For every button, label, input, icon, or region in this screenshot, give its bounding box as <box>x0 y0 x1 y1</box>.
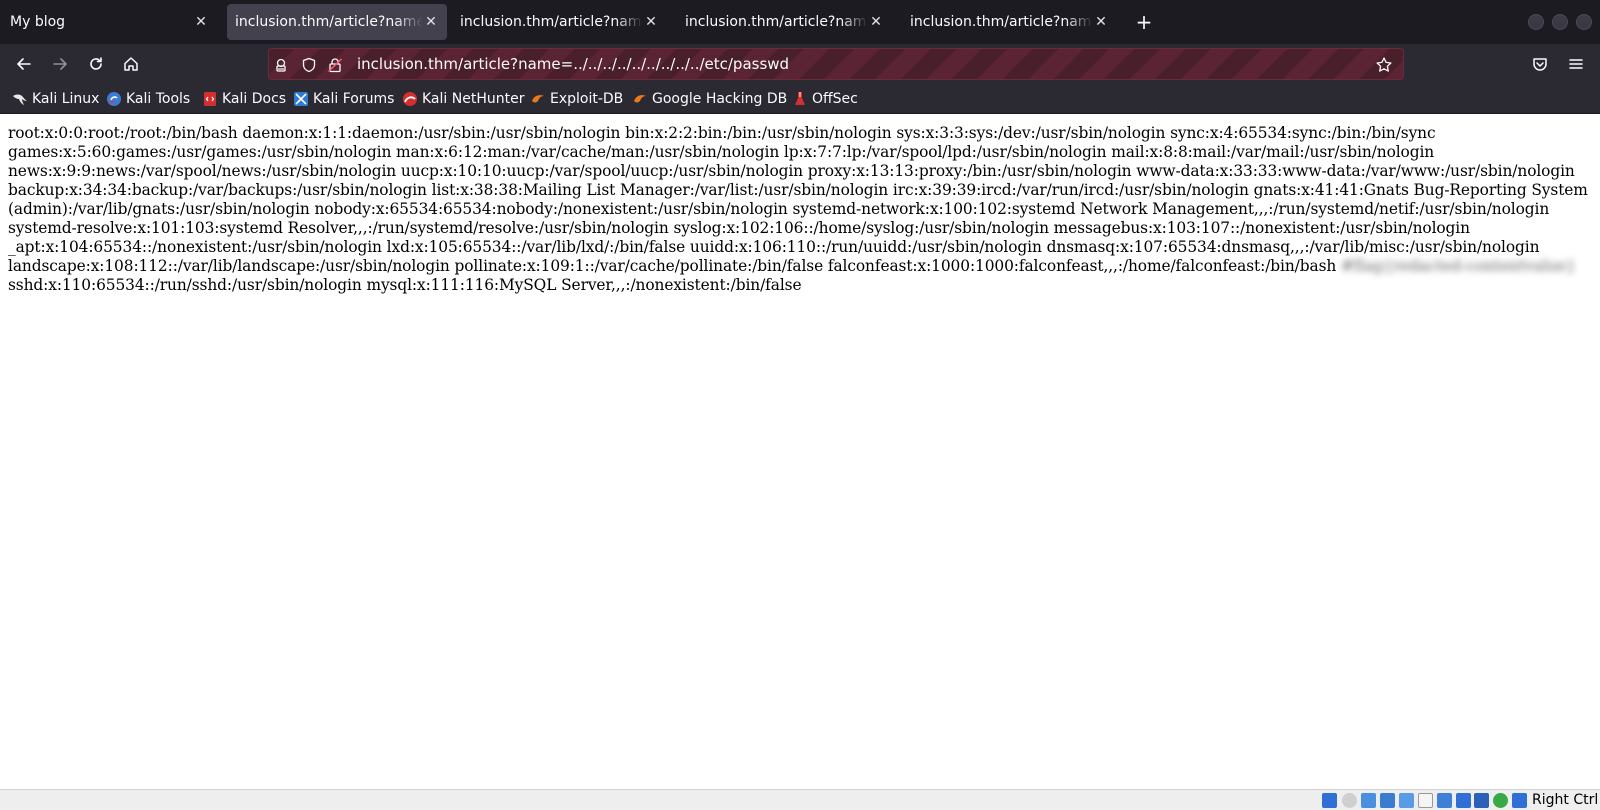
back-button[interactable] <box>12 52 36 76</box>
forward-button[interactable] <box>48 52 72 76</box>
download-arrow-icon[interactable] <box>1512 793 1527 808</box>
vm-status-bar: Right Ctrl <box>0 789 1600 810</box>
menu-button[interactable] <box>1564 52 1588 76</box>
bookmark-label: OffSec <box>812 91 858 107</box>
close-window-button[interactable] <box>1576 14 1592 30</box>
bookmark-label: Exploit-DB <box>550 91 624 107</box>
bookmark-offsec[interactable]: OffSec <box>792 89 858 109</box>
tab-title: inclusion.thm/article?name=lfia <box>685 14 868 30</box>
tab-inclusion-2[interactable]: inclusion.thm/article?name=lfia ✕ <box>452 4 667 40</box>
tab-title: My blog <box>10 14 66 30</box>
minimize-button[interactable] <box>1528 14 1544 30</box>
usb-icon[interactable] <box>1399 793 1414 808</box>
cpu-icon[interactable] <box>1474 793 1489 808</box>
close-tab-icon[interactable]: ✕ <box>423 14 439 30</box>
bookmark-label: Kali NetHunter <box>422 91 525 107</box>
bookmark-label: Kali Linux <box>32 91 100 107</box>
kali-tools-icon <box>106 91 122 107</box>
close-tab-icon[interactable]: ✕ <box>868 14 884 30</box>
hamburger-menu-icon <box>1569 59 1583 69</box>
new-tab-button[interactable]: + <box>1134 10 1154 34</box>
video-capture-icon[interactable] <box>1456 793 1471 808</box>
ghdb-icon <box>632 91 648 107</box>
tab-title: inclusion.thm/article?name=lfia <box>460 14 643 30</box>
bookmark-kali-docs[interactable]: Kali Docs <box>202 89 286 109</box>
close-tab-icon[interactable]: ✕ <box>1093 14 1109 30</box>
offsec-icon <box>792 91 808 107</box>
reload-button[interactable] <box>84 52 108 76</box>
redacted-text: #flag{redacted-contentvalue} <box>1341 257 1576 275</box>
bookmarks-toolbar: Kali Linux Kali Tools Kali Docs Kali For… <box>0 84 1600 114</box>
shield-icon[interactable] <box>300 56 318 74</box>
arrow-right-icon <box>53 58 67 70</box>
bookmark-google-hacking-db[interactable]: Google Hacking DB <box>632 89 787 109</box>
kali-docs-icon <box>202 91 218 107</box>
bookmark-star-icon[interactable] <box>1375 56 1393 74</box>
arrow-left-icon <box>17 58 31 70</box>
display-icon[interactable] <box>1437 793 1452 808</box>
tab-title: inclusion.thm/article?name=creds <box>910 14 1093 30</box>
bookmark-kali-linux[interactable]: Kali Linux <box>12 89 99 109</box>
bookmark-label: Kali Docs <box>222 91 287 107</box>
page-content: root:x:0:0:root:/root:/bin/bash daemon:x… <box>0 115 1600 789</box>
tab-title: inclusion.thm/article?name=../.. <box>235 14 423 30</box>
tab-my-blog[interactable]: My blog ✕ <box>2 0 217 44</box>
close-tab-icon[interactable]: ✕ <box>193 14 209 30</box>
mouse-integration-icon[interactable] <box>1493 793 1508 808</box>
hard-disk-icon[interactable] <box>1322 793 1337 808</box>
optical-drive-icon[interactable] <box>1342 793 1357 808</box>
pocket-icon <box>1533 58 1547 71</box>
tab-inclusion-4[interactable]: inclusion.thm/article?name=creds ✕ <box>902 4 1117 40</box>
network-icon[interactable] <box>1380 793 1395 808</box>
passwd-text-part-2: sshd:x:110:65534::/run/sshd:/usr/sbin/no… <box>8 276 802 294</box>
home-icon <box>124 57 138 71</box>
bookmark-label: Google Hacking DB <box>652 91 788 107</box>
tab-active[interactable]: inclusion.thm/article?name=../.. ✕ <box>227 4 447 40</box>
reload-icon <box>90 57 102 70</box>
close-tab-icon[interactable]: ✕ <box>643 14 659 30</box>
insecure-lock-icon[interactable] <box>326 56 344 74</box>
bookmark-kali-nethunter[interactable]: Kali NetHunter <box>402 89 524 109</box>
kali-dragon-icon <box>12 91 28 107</box>
navigation-toolbar: inclusion.thm/article?name=../../../../.… <box>0 44 1600 84</box>
nethunter-icon <box>402 91 418 107</box>
tab-strip: My blog ✕ inclusion.thm/article?name=../… <box>0 0 1600 44</box>
passwd-text-part-1: root:x:0:0:root:/root:/bin/bash daemon:x… <box>8 124 1588 275</box>
home-button[interactable] <box>119 52 143 76</box>
bookmark-kali-forums[interactable]: Kali Forums <box>293 89 394 109</box>
audio-icon[interactable] <box>1361 793 1376 808</box>
url-bar[interactable]: inclusion.thm/article?name=../../../../.… <box>268 48 1404 80</box>
bookmark-label: Kali Forums <box>313 91 395 107</box>
bookmark-kali-tools[interactable]: Kali Tools <box>106 89 190 109</box>
host-key-label: Right Ctrl <box>1532 792 1599 808</box>
bookmark-label: Kali Tools <box>126 91 191 107</box>
kali-forums-icon <box>293 91 309 107</box>
maximize-button[interactable] <box>1552 14 1568 30</box>
exploit-db-icon <box>530 91 546 107</box>
bookmark-exploit-db[interactable]: Exploit-DB <box>530 89 623 109</box>
remote-control-icon[interactable] <box>272 56 290 74</box>
url-text[interactable]: inclusion.thm/article?name=../../../../.… <box>357 55 789 73</box>
passwd-file-text: root:x:0:0:root:/root:/bin/bash daemon:x… <box>8 124 1592 295</box>
shared-folders-icon[interactable] <box>1418 793 1433 808</box>
pocket-button[interactable] <box>1528 52 1552 76</box>
tab-inclusion-3[interactable]: inclusion.thm/article?name=lfia ✕ <box>677 4 892 40</box>
